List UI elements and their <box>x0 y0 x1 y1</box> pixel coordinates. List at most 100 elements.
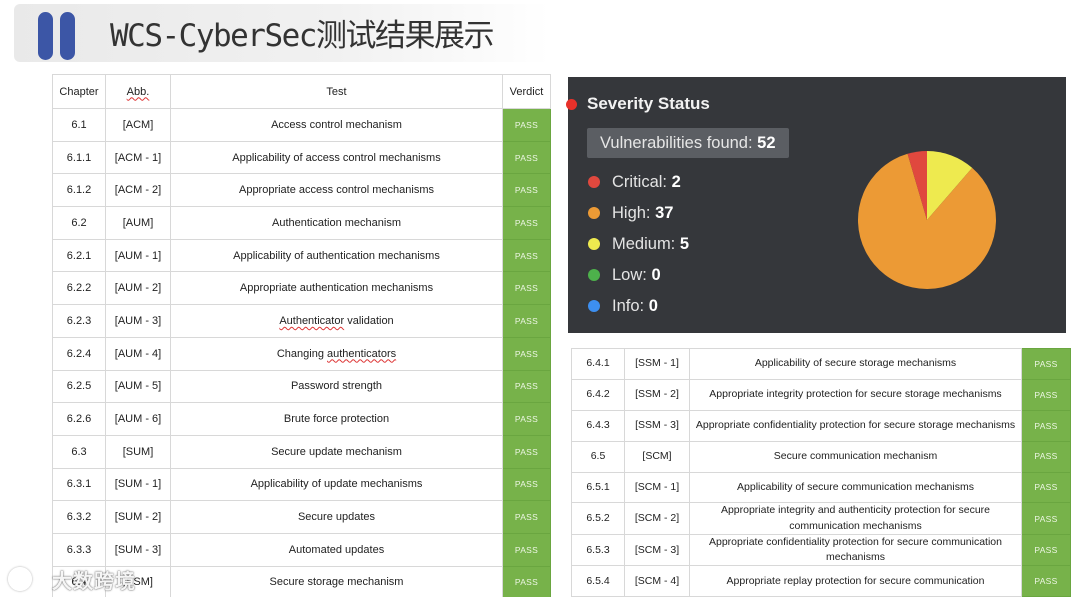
table-row: 6.1.1 [ACM - 1] Applicability of access co… <box>52 140 551 175</box>
chapter-cell: 6.4.3 <box>571 409 625 442</box>
vulnerabilities-found-badge: Vulnerabilities found: 52 <box>587 128 789 158</box>
chapter-cell: 6.3 <box>52 434 106 469</box>
header-chapter: Chapter <box>52 74 106 109</box>
severity-status-panel: Severity Status Vulnerabilities found: 5… <box>566 77 1066 333</box>
test-cell: Authentication mechanism <box>170 206 503 240</box>
chapter-cell: 6.2.1 <box>52 238 106 273</box>
table-row: 6.5 [SCM] Secure communication mechanism PA… <box>571 440 1071 473</box>
watermark-text: 大数跨境 <box>52 571 136 593</box>
legend-dot-icon <box>588 300 600 312</box>
verdict-cell: PASS <box>502 238 551 273</box>
slide-header: WCS-CyberSec测试结果展示 <box>14 4 550 62</box>
abb-cell: [SCM - 3] <box>624 533 690 567</box>
chapter-cell: 6.4.2 <box>571 378 625 411</box>
test-cell: Changing authenticators <box>170 336 503 371</box>
table-row: 6.3.3 [SUM - 3] Automated updates PASS <box>52 532 551 567</box>
chapter-cell: 6.5.4 <box>571 565 625 597</box>
verdict-cell: PASS <box>502 206 551 240</box>
page-title: WCS-CyberSec测试结果展示 <box>110 18 494 54</box>
chapter-cell: 6.4.1 <box>571 348 625 380</box>
chapter-cell: 6.2.6 <box>52 402 106 436</box>
verdict-cell: PASS <box>502 500 551 534</box>
table-row: 6.1 [ACM] Access control mechanism PASS <box>52 108 551 142</box>
chapter-cell: 6.3.1 <box>52 467 106 502</box>
verdict-cell: PASS <box>502 336 551 371</box>
test-cell: Secure storage mechanism <box>170 565 503 597</box>
legend-label: Critical: <box>612 173 668 191</box>
legend-dot-icon <box>588 176 600 188</box>
test-cell: Applicability of secure storage mechanis… <box>689 348 1022 380</box>
abb-cell: [AUM] <box>105 206 171 240</box>
verdict-cell: PASS <box>1021 378 1071 411</box>
test-cell: Applicability of authentication mechanis… <box>170 238 503 273</box>
chapter-cell: 6.1.2 <box>52 173 106 208</box>
abb-cell: [SCM - 1] <box>624 471 690 504</box>
verdict-cell: PASS <box>502 402 551 436</box>
abb-cell: [SUM - 1] <box>105 467 171 502</box>
abb-cell: [SSM - 3] <box>624 409 690 442</box>
chapter-cell: 6.1.1 <box>52 140 106 175</box>
table-row: 6.5.3 [SCM - 3] Appropriate confidentialit… <box>571 533 1071 567</box>
legend-dot-icon <box>588 269 600 281</box>
legend-count: 0 <box>651 266 661 284</box>
abb-cell: [AUM - 2] <box>105 271 171 306</box>
abb-cell: [AUM - 4] <box>105 336 171 371</box>
test-cell: Appropriate integrity protection for sec… <box>689 378 1022 411</box>
abb-cell: [SCM - 2] <box>624 502 690 535</box>
verdict-cell: PASS <box>502 173 551 208</box>
test-cell: Appropriate confidentiality protection f… <box>689 409 1022 442</box>
verdict-cell: PASS <box>1021 565 1071 597</box>
chapter-cell: 6.2.2 <box>52 271 106 306</box>
abb-cell: [SCM] <box>624 440 690 473</box>
table-row: 6.5.2 [SCM - 2] Appropriate integrity and … <box>571 502 1071 535</box>
header-accent-bar <box>38 12 53 60</box>
abb-cell: [AUM - 1] <box>105 238 171 273</box>
watermark-logo-icon <box>8 567 32 591</box>
abb-cell: [AUM - 3] <box>105 304 171 338</box>
header-accent-bar <box>60 12 75 60</box>
table-header-row: Chapter Abb. Test Verdict <box>52 74 551 109</box>
abb-cell: [SUM] <box>105 434 171 469</box>
verdict-cell: PASS <box>502 140 551 175</box>
legend-dot-icon <box>588 238 600 250</box>
legend-label: High: <box>612 204 651 222</box>
abb-cell: [ACM - 2] <box>105 173 171 208</box>
table-row: 6.1.2 [ACM - 2] Appropriate access control… <box>52 173 551 208</box>
abb-cell: [SUM - 3] <box>105 532 171 567</box>
spellcheck-mark: Authenticator <box>279 314 345 327</box>
legend-count: 5 <box>679 235 690 253</box>
verdict-cell: PASS <box>1021 409 1071 442</box>
abb-cell: [SUM - 2] <box>105 500 171 534</box>
table-row: 6.4.1 [SSM - 1] Applicability of secure st… <box>571 348 1071 380</box>
chapter-cell: 6.1 <box>52 108 106 142</box>
severity-pie-chart <box>858 151 996 289</box>
verdict-cell: PASS <box>1021 348 1071 380</box>
left-results-table: Chapter Abb. Test Verdict 6.1 [ACM] Access… <box>52 74 551 597</box>
table-row: 6.2.2 [AUM - 2] Appropriate authentication… <box>52 271 551 306</box>
header-verdict: Verdict <box>502 74 551 109</box>
abb-cell: [ACM - 1] <box>105 140 171 175</box>
chapter-cell: 6.2.4 <box>52 336 106 371</box>
verdict-cell: PASS <box>1021 471 1071 504</box>
test-cell: Appropriate integrity and authenticity p… <box>689 502 1022 535</box>
chapter-cell: 6.2.5 <box>52 369 106 404</box>
chapter-cell: 6.2.3 <box>52 304 106 338</box>
table-row: 6.3.1 [SUM - 1] Applicability of update me… <box>52 467 551 502</box>
header-abb: Abb. <box>105 74 171 109</box>
spellcheck-mark: authenticators <box>327 347 397 360</box>
table-row: 6.2 [AUM] Authentication mechanism PASS <box>52 206 551 240</box>
table-row: 6.3 [SUM] Secure update mechanism PASS <box>52 434 551 469</box>
abb-cell: [AUM - 5] <box>105 369 171 404</box>
chapter-cell: 6.5.1 <box>571 471 625 504</box>
chapter-cell: 6.5 <box>571 440 625 473</box>
table-row: 6.5.4 [SCM - 4] Appropriate replay protect… <box>571 565 1071 597</box>
abb-cell: [SCM - 4] <box>624 565 690 597</box>
watermark: 大数跨境 <box>8 563 158 593</box>
vulnerabilities-found-label: Vulnerabilities found: <box>600 134 753 152</box>
verdict-cell: PASS <box>502 467 551 502</box>
test-cell: Authenticator validation <box>170 304 503 338</box>
legend-label: Medium: <box>612 235 676 253</box>
test-cell: Brute force protection <box>170 402 503 436</box>
test-cell: Appropriate authentication mechanisms <box>170 271 503 306</box>
legend-label: Info: <box>612 297 645 315</box>
